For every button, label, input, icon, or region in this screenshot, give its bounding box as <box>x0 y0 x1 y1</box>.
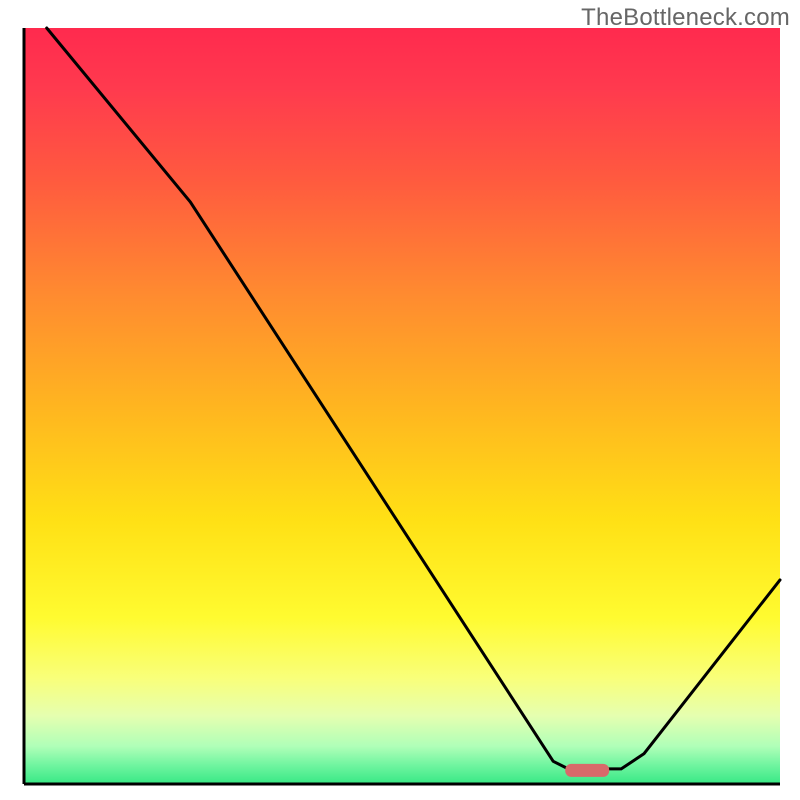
bottleneck-chart <box>0 0 800 800</box>
optimal-marker <box>565 764 609 777</box>
chart-stage: TheBottleneck.com <box>0 0 800 800</box>
plot-background <box>24 28 780 784</box>
